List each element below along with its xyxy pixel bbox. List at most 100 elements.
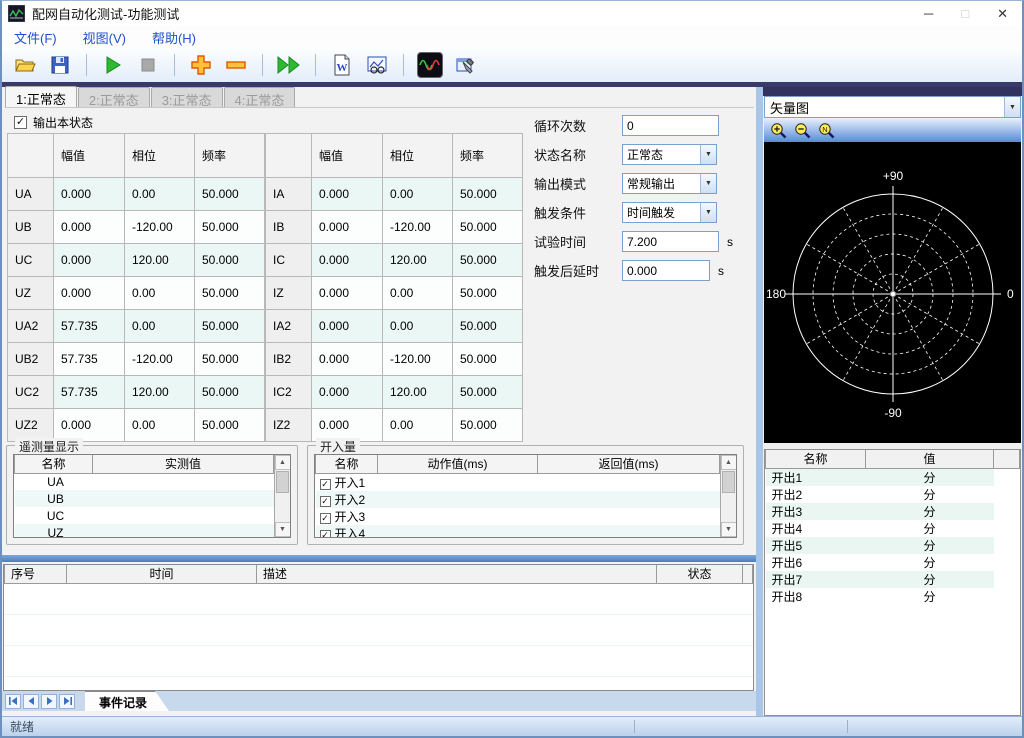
report-view-button[interactable] xyxy=(364,52,390,78)
add-state-button[interactable] xyxy=(188,52,214,78)
stop-button[interactable] xyxy=(135,52,161,78)
loop-count-input[interactable]: 0 xyxy=(622,115,719,136)
menu-view[interactable]: 视图(V) xyxy=(83,28,126,47)
output-contacts-panel: 名称 值 开出1分开出2分开出3分开出4分开出5分开出6分开出7分开出8分 xyxy=(764,449,1021,716)
next-page-button[interactable] xyxy=(41,694,57,709)
state-name-label: 状态名称 xyxy=(534,145,622,164)
tab-state-2[interactable]: 2:正常态 xyxy=(78,87,150,107)
checkbox-icon[interactable]: ✓ xyxy=(320,513,331,524)
test-time-input[interactable]: 7.200 xyxy=(622,231,719,252)
svg-text:W: W xyxy=(337,62,348,74)
menu-help[interactable]: 帮助(H) xyxy=(152,28,196,47)
word-document-icon: W xyxy=(332,54,352,76)
chevron-down-icon[interactable]: ▼ xyxy=(1004,97,1020,117)
chevron-down-icon[interactable]: ▼ xyxy=(700,203,716,222)
open-file-button[interactable] xyxy=(12,52,38,78)
run-all-button[interactable] xyxy=(276,52,302,78)
table-row: 开出1分 xyxy=(766,468,1020,486)
tab-event-log[interactable]: 事件记录 xyxy=(85,691,169,711)
polar-label-right: 0 xyxy=(1007,287,1014,301)
tools-button[interactable] xyxy=(452,52,478,78)
voltage-table: 幅值 相位 频率 UA0.0000.0050.000UB0.000-120.00… xyxy=(7,133,265,442)
table-row: UC257.735120.0050.000 xyxy=(8,376,265,409)
chevron-down-icon[interactable]: ▼ xyxy=(700,174,716,193)
col-time: 时间 xyxy=(67,565,257,583)
table-row: UB0.000-120.0050.000 xyxy=(8,211,265,244)
checkbox-icon[interactable]: ✓ xyxy=(320,530,331,538)
state-tabstrip: 1:正常态 2:正常态 3:正常态 4:正常态 xyxy=(5,88,754,108)
table-row: 开出2分 xyxy=(766,486,1020,503)
scroll-down-icon[interactable]: ▼ xyxy=(721,522,737,537)
table-header-row: 幅值 相位 频率 xyxy=(266,134,523,178)
remove-state-button[interactable] xyxy=(223,52,249,78)
status-text: 就绪 xyxy=(10,718,34,735)
col-return-value: 返回值(ms) xyxy=(538,455,720,473)
zoom-reset-icon[interactable]: N xyxy=(818,122,835,139)
col-extra xyxy=(994,450,1020,468)
horizontal-splitter[interactable] xyxy=(2,555,756,562)
polar-label-bottom: -90 xyxy=(884,406,902,420)
test-time-unit: s xyxy=(727,235,733,249)
previous-page-button[interactable] xyxy=(23,694,39,709)
table-row: IZ0.0000.0050.000 xyxy=(266,277,523,310)
menu-file[interactable]: 文件(F) xyxy=(14,28,57,47)
menu-bar: 文件(F) 视图(V) 帮助(H) xyxy=(2,26,1022,48)
state-name-select[interactable]: 正常态 ▼ xyxy=(622,144,717,165)
scroll-up-icon[interactable]: ▲ xyxy=(275,455,291,470)
table-row: 开出4分 xyxy=(766,520,1020,537)
telemetry-scrollbar[interactable]: ▲ ▼ xyxy=(274,455,290,537)
scroll-up-icon[interactable]: ▲ xyxy=(721,455,737,470)
checkbox-icon[interactable]: ✓ xyxy=(320,479,331,490)
trigger-condition-select[interactable]: 时间触发 ▼ xyxy=(622,202,717,223)
output-mode-label: 输出模式 xyxy=(534,174,622,193)
output-mode-select[interactable]: 常规输出 ▼ xyxy=(622,173,717,194)
binary-input-scrollbar[interactable]: ▲ ▼ xyxy=(720,455,736,537)
word-report-button[interactable]: W xyxy=(329,52,355,78)
col-description: 描述 xyxy=(257,565,657,583)
table-row: IB0.000-120.0050.000 xyxy=(266,211,523,244)
polar-plot: +90 -90 180 0 xyxy=(764,142,1021,443)
scrollbar-thumb[interactable] xyxy=(722,471,735,493)
zoom-out-icon[interactable] xyxy=(794,122,811,139)
checkbox-icon[interactable]: ✓ xyxy=(320,496,331,507)
table-row: 开出6分 xyxy=(766,554,1020,571)
event-table: 序号 时间 描述 状态 xyxy=(4,565,753,584)
first-page-button[interactable] xyxy=(5,694,21,709)
view-selector-value: 矢量图 xyxy=(765,98,1004,117)
view-selector[interactable]: 矢量图 ▼ xyxy=(764,96,1021,118)
table-row: 开出7分 xyxy=(766,571,1020,588)
run-button[interactable] xyxy=(100,52,126,78)
checkbox-icon[interactable]: ✓ xyxy=(14,116,27,129)
tab-state-3[interactable]: 3:正常态 xyxy=(151,87,223,107)
status-bar: 就绪 xyxy=(2,716,1022,736)
chevron-down-icon[interactable]: ▼ xyxy=(700,145,716,164)
table-header-row: 名称 值 xyxy=(766,450,1020,468)
binary-input-title: 开入量 xyxy=(316,438,360,455)
waveform-display-button[interactable] xyxy=(417,52,443,78)
trigger-condition-label: 触发条件 xyxy=(534,203,622,222)
col-action-value: 动作值(ms) xyxy=(378,455,538,473)
maximize-button[interactable]: □ xyxy=(961,7,969,20)
scrollbar-thumb[interactable] xyxy=(276,471,289,493)
scroll-down-icon[interactable]: ▼ xyxy=(275,522,291,537)
table-row: ✓开入2 xyxy=(316,491,720,508)
zoom-in-icon[interactable] xyxy=(770,122,787,139)
col-index: 序号 xyxy=(5,565,67,583)
tab-state-4[interactable]: 4:正常态 xyxy=(224,87,296,107)
table-row: UB257.735-120.0050.000 xyxy=(8,343,265,376)
main-area: 1:正常态 2:正常态 3:正常态 4:正常态 ✓ 输出本状态 幅值 相位 频率 xyxy=(2,87,1022,716)
trigger-delay-unit: s xyxy=(718,264,724,278)
table-header-row: 序号 时间 描述 状态 xyxy=(5,565,753,583)
vertical-splitter[interactable] xyxy=(756,87,763,716)
table-row: UB xyxy=(15,490,274,507)
last-page-button[interactable] xyxy=(59,694,75,709)
binary-input-groupbox: 开入量 名称 动作值(ms) 返回值(ms) xyxy=(307,445,744,545)
close-button[interactable]: ✕ xyxy=(997,7,1008,20)
open-folder-icon xyxy=(14,54,36,76)
trigger-delay-input[interactable]: 0.000 xyxy=(622,260,710,281)
minimize-button[interactable]: ─ xyxy=(924,7,933,20)
tab-state-1[interactable]: 1:正常态 xyxy=(5,86,77,107)
save-button[interactable] xyxy=(47,52,73,78)
app-window: 配网自动化测试-功能测试 ─ □ ✕ 文件(F) 视图(V) 帮助(H) xyxy=(0,0,1024,738)
table-row: UC0.000120.0050.000 xyxy=(8,244,265,277)
